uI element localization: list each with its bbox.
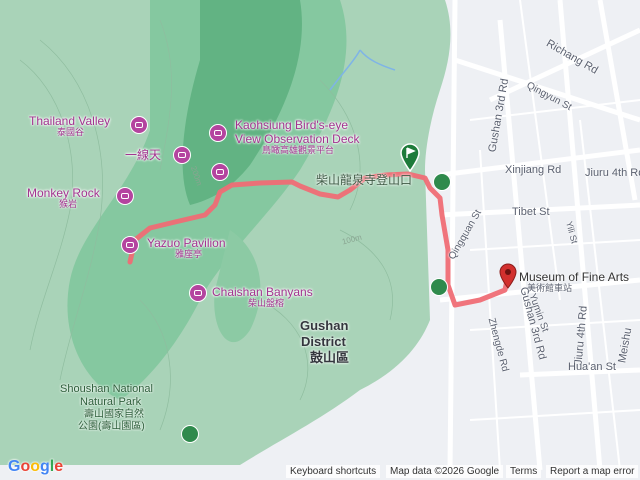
poi-museum-sub: 美術館車站	[527, 283, 573, 293]
map-canvas[interactable]: Thailand Valley 泰國谷 一線天 Monkey Rock 猴岩 K…	[0, 0, 640, 480]
district-label-zh: 鼓山區	[310, 350, 350, 365]
attribution-bar: Keyboard shortcuts Map data ©2026 Google…	[0, 464, 640, 480]
report-error-link[interactable]: Report a map error	[546, 465, 639, 478]
poi-birds-eye-sub: 鳥瞰高雄觀景平台	[262, 145, 335, 155]
terms-link[interactable]: Terms	[506, 465, 542, 478]
park-label-line2: Natural Park	[80, 396, 142, 408]
map-data-attribution: Map data ©2026 Google	[386, 465, 504, 478]
poi-museum-label[interactable]: Museum of Fine Arts	[519, 271, 629, 283]
camera-icon[interactable]	[189, 284, 207, 302]
poi-birds-eye-label2[interactable]: View Observation Deck	[235, 133, 360, 145]
poi-chaishan-banyans-sub: 柴山盤榕	[248, 298, 285, 308]
poi-yazuo-label[interactable]: Yazuo Pavilion	[147, 237, 226, 249]
camera-icon[interactable]	[211, 163, 229, 181]
poi-yazuo-sub: 雅座亭	[175, 249, 203, 259]
district-label-en2: District	[301, 334, 346, 349]
poi-thailand-valley-label[interactable]: Thailand Valley	[29, 115, 110, 127]
street-label: Jiuru 4th Rd	[585, 167, 640, 179]
poi-monkey-rock-sub: 猴岩	[59, 199, 78, 209]
district-label-en1: Gushan	[300, 318, 349, 333]
camera-icon[interactable]	[209, 124, 227, 142]
park-label-line4: 公園(壽山園區)	[78, 421, 145, 432]
camera-icon[interactable]	[173, 146, 191, 164]
hiking-icon[interactable]	[430, 278, 448, 296]
map-base-layer	[0, 0, 640, 471]
start-flag-marker[interactable]	[399, 142, 421, 172]
keyboard-shortcuts-link[interactable]: Keyboard shortcuts	[286, 465, 381, 478]
end-pin-marker[interactable]	[499, 263, 517, 289]
street-label: Tibet St	[512, 206, 550, 218]
tree-icon[interactable]	[181, 425, 199, 443]
poi-birds-eye-label[interactable]: Kaohsiung Bird's-eye	[235, 119, 348, 131]
park-label-line3: 壽山國家自然	[84, 409, 144, 420]
poi-monkey-rock-label[interactable]: Monkey Rock	[27, 187, 100, 199]
street-label: Xinjiang Rd	[505, 164, 562, 176]
poi-thailand-valley-sub: 泰國谷	[57, 127, 85, 137]
star-icon[interactable]	[121, 236, 139, 254]
park-label-line1: Shoushan National	[60, 383, 153, 395]
hiking-icon[interactable]	[433, 173, 451, 191]
street-label: Hua'an St	[568, 361, 616, 373]
poi-chaishan-banyans-label[interactable]: Chaishan Banyans	[212, 286, 313, 298]
poi-yixiantian-label[interactable]: 一線天	[125, 149, 161, 161]
camera-icon[interactable]	[130, 116, 148, 134]
camera-icon[interactable]	[116, 187, 134, 205]
trailhead-label: 柴山龍泉寺登山口	[316, 173, 413, 187]
